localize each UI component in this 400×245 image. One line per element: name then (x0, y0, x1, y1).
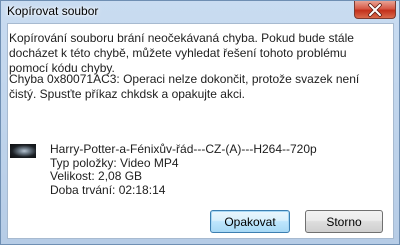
file-info: Harry-Potter-a-Fénixův-řád---CZ-(A)---H2… (50, 142, 317, 197)
file-size: Velikost: 2,08 GB (50, 169, 143, 183)
error-description: Kopírování souboru brání neočekávaná chy… (9, 31, 354, 75)
file-type: Typ položky: Video MP4 (50, 155, 179, 170)
cancel-button[interactable]: Storno (305, 210, 383, 233)
dialog-content: Kopírování souboru brání neočekávaná chy… (7, 23, 394, 239)
file-name: Harry-Potter-a-Fénixův-řád---CZ-(A)---H2… (50, 142, 317, 156)
copy-error-dialog: Kopírovat soubor Kopírování souboru brán… (0, 0, 400, 245)
file-duration: Doba trvání: 02:18:14 (50, 182, 166, 197)
video-thumbnail (10, 144, 36, 158)
error-code-message: Chyba 0x80071AC3: Operaci nelze dokončit… (9, 72, 360, 101)
close-button[interactable] (354, 1, 396, 19)
window-title: Kopírovat soubor (7, 4, 99, 18)
title-bar[interactable]: Kopírovat soubor (1, 1, 400, 23)
retry-button[interactable]: Opakovat (210, 210, 290, 233)
close-icon (368, 2, 382, 17)
